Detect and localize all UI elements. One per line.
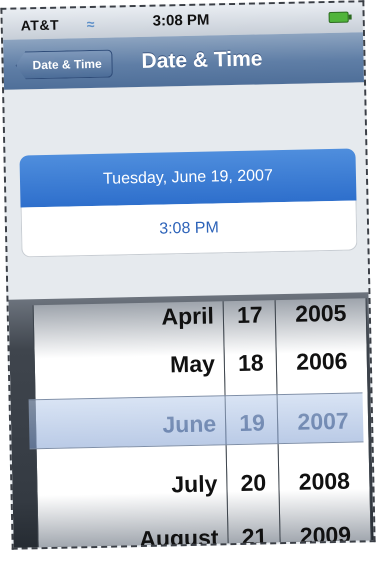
date-cell[interactable]: Tuesday, June 19, 2007 <box>19 148 357 208</box>
page-title: Date & Time <box>141 47 263 73</box>
time-cell[interactable]: 3:08 PM <box>20 200 358 258</box>
year-option-selected[interactable]: 2007 <box>278 396 369 446</box>
year-option[interactable]: 2008 <box>279 456 370 506</box>
day-option[interactable]: 20 <box>227 458 280 507</box>
back-button[interactable]: Date & Time <box>15 50 113 80</box>
month-wheel[interactable]: April May June July August <box>32 301 230 550</box>
year-option[interactable]: 2005 <box>275 298 366 338</box>
battery-charging-icon <box>328 11 349 23</box>
day-option[interactable]: 18 <box>224 338 277 387</box>
day-option-selected[interactable]: 19 <box>226 398 279 447</box>
month-option[interactable]: May <box>34 339 225 391</box>
day-option[interactable]: 21 <box>228 512 281 545</box>
status-time: 3:08 PM <box>152 11 210 30</box>
year-wheel[interactable]: 2005 2006 2007 2008 2009 <box>274 298 372 545</box>
wifi-icon: ≈ <box>86 15 95 33</box>
year-option[interactable]: 2009 <box>280 510 371 544</box>
day-wheel[interactable]: 17 18 19 20 21 <box>222 300 282 546</box>
date-picker[interactable]: April May June July August 17 18 19 20 2… <box>8 292 374 550</box>
year-option[interactable]: 2006 <box>276 336 367 386</box>
month-option-selected[interactable]: June <box>36 399 227 451</box>
month-option[interactable]: August <box>38 513 229 549</box>
day-option[interactable]: 17 <box>223 300 276 339</box>
phone-screen: AT&T ≈ 3:08 PM Date & Time Date & Time T… <box>0 0 376 550</box>
month-option[interactable]: July <box>37 459 228 511</box>
date-time-content: Tuesday, June 19, 2007 3:08 PM <box>4 82 369 300</box>
carrier-name: AT&T <box>20 16 60 34</box>
navigation-bar: Date & Time Date & Time <box>3 32 365 91</box>
month-option[interactable]: April <box>33 301 224 343</box>
